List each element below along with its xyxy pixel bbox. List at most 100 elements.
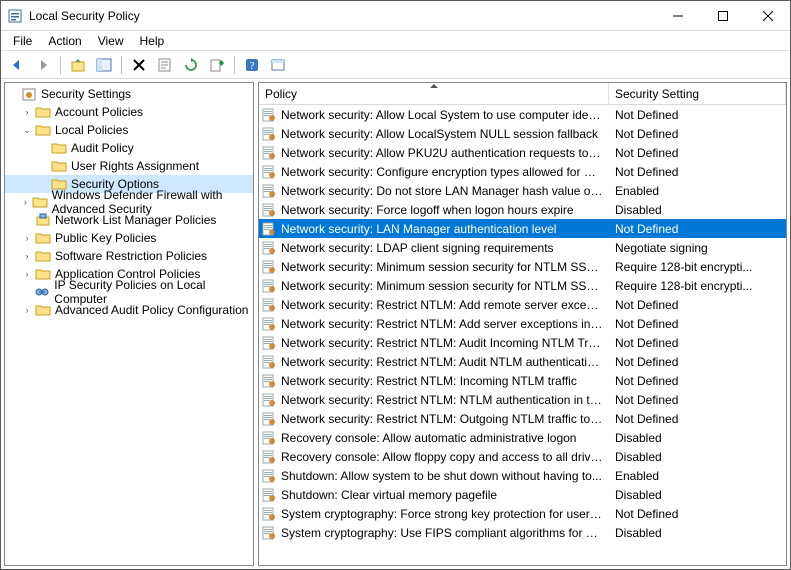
tree-item[interactable]: ›User Rights Assignment (5, 157, 253, 175)
list-row[interactable]: Network security: Restrict NTLM: Add rem… (259, 295, 786, 314)
policy-icon (261, 316, 277, 332)
column-header-setting[interactable]: Security Setting (609, 83, 786, 104)
policy-icon (261, 354, 277, 370)
menu-help[interactable]: Help (132, 32, 173, 50)
content: ▶ Security Settings › Account Policies ⌄ Lo… (1, 79, 790, 569)
cell-policy: Network security: Restrict NTLM: Audit I… (281, 336, 609, 350)
list-body[interactable]: Network security: Allow Local System to … (259, 105, 786, 565)
policy-icon (261, 411, 277, 427)
list-row[interactable]: Recovery console: Allow automatic admini… (259, 428, 786, 447)
cell-policy: Recovery console: Allow floppy copy and … (281, 450, 609, 464)
cell-setting: Disabled (609, 431, 786, 445)
policy-icon (261, 259, 277, 275)
menu-view[interactable]: View (90, 32, 132, 50)
folder-icon (35, 104, 51, 120)
close-button[interactable] (745, 1, 790, 30)
tree-item-label: IP Security Policies on Local Computer (54, 278, 249, 306)
chevron-right-icon[interactable]: › (21, 304, 33, 316)
tree-root[interactable]: ▶ Security Settings (5, 85, 253, 103)
tree-item[interactable]: ⌄ Local Policies (5, 121, 253, 139)
folder-icon (35, 122, 51, 138)
chevron-right-icon[interactable]: › (21, 268, 33, 280)
list-row[interactable]: Network security: Restrict NTLM: Audit I… (259, 333, 786, 352)
tree-item-label: Local Policies (55, 123, 128, 137)
svg-text:?: ? (250, 60, 255, 72)
extra-button[interactable] (266, 54, 290, 76)
tree-item-label: Advanced Audit Policy Configuration (55, 303, 248, 317)
tree-item[interactable]: ›Windows Defender Firewall with Advanced… (5, 193, 253, 211)
tree-item[interactable]: ›Public Key Policies (5, 229, 253, 247)
column-header-policy[interactable]: Policy (259, 83, 609, 104)
tree-pane[interactable]: ▶ Security Settings › Account Policies ⌄ Lo… (4, 82, 254, 566)
list-row[interactable]: Network security: LAN Manager authentica… (259, 219, 786, 238)
tree-item-label: Account Policies (55, 105, 143, 119)
chevron-down-icon[interactable]: ⌄ (21, 124, 33, 136)
cell-policy: Network security: Allow Local System to … (281, 108, 609, 122)
list-row[interactable]: Network security: Allow PKU2U authentica… (259, 143, 786, 162)
list-row[interactable]: Recovery console: Allow floppy copy and … (259, 447, 786, 466)
column-header-policy-label: Policy (265, 87, 297, 101)
cell-policy: Network security: Allow PKU2U authentica… (281, 146, 609, 160)
minimize-button[interactable] (655, 1, 700, 30)
cell-policy: Recovery console: Allow automatic admini… (281, 431, 609, 445)
policy-icon (261, 164, 277, 180)
properties-button[interactable] (153, 54, 177, 76)
menu-file[interactable]: File (5, 32, 40, 50)
tree-item-label: Software Restriction Policies (55, 249, 207, 263)
refresh-button[interactable] (179, 54, 203, 76)
cell-policy: Network security: Do not store LAN Manag… (281, 184, 609, 198)
list-row[interactable]: System cryptography: Force strong key pr… (259, 504, 786, 523)
list-row[interactable]: Network security: Do not store LAN Manag… (259, 181, 786, 200)
list-row[interactable]: Network security: Minimum session securi… (259, 257, 786, 276)
maximize-button[interactable] (700, 1, 745, 30)
cell-policy: Network security: Restrict NTLM: Incomin… (281, 374, 609, 388)
tree-item[interactable]: ›Network List Manager Policies (5, 211, 253, 229)
cell-policy: Network security: Restrict NTLM: NTLM au… (281, 393, 609, 407)
tree-item[interactable]: ›IP Security Policies on Local Computer (5, 283, 253, 301)
list-row[interactable]: Network security: Minimum session securi… (259, 276, 786, 295)
cell-setting: Not Defined (609, 507, 786, 521)
column-header-setting-label: Security Setting (615, 87, 699, 101)
policy-icon (261, 202, 277, 218)
list-row[interactable]: Network security: LDAP client signing re… (259, 238, 786, 257)
list-row[interactable]: Network security: Restrict NTLM: Outgoin… (259, 409, 786, 428)
list-row[interactable]: Network security: Restrict NTLM: Add ser… (259, 314, 786, 333)
back-button[interactable] (5, 54, 29, 76)
folder-icon (35, 230, 51, 246)
cell-policy: Network security: Minimum session securi… (281, 279, 609, 293)
list-row[interactable]: System cryptography: Use FIPS compliant … (259, 523, 786, 542)
tree-item-label: User Rights Assignment (71, 159, 199, 173)
list-row[interactable]: Network security: Restrict NTLM: NTLM au… (259, 390, 786, 409)
cell-setting: Not Defined (609, 374, 786, 388)
cell-policy: System cryptography: Force strong key pr… (281, 507, 609, 521)
list-row[interactable]: Network security: Force logoff when logo… (259, 200, 786, 219)
list-header: Policy Security Setting (259, 83, 786, 105)
chevron-right-icon[interactable]: › (21, 250, 33, 262)
list-row[interactable]: Network security: Restrict NTLM: Audit N… (259, 352, 786, 371)
list-row[interactable]: Network security: Allow Local System to … (259, 105, 786, 124)
chevron-right-icon[interactable]: › (21, 106, 33, 118)
showlist-button[interactable] (92, 54, 116, 76)
list-row[interactable]: Network security: Allow LocalSystem NULL… (259, 124, 786, 143)
chevron-right-icon[interactable]: › (21, 232, 33, 244)
forward-button[interactable] (31, 54, 55, 76)
up-button[interactable] (66, 54, 90, 76)
menu-action[interactable]: Action (40, 32, 89, 50)
list-row[interactable]: Shutdown: Clear virtual memory pagefileD… (259, 485, 786, 504)
tree-item[interactable]: › Advanced Audit Policy Configuration (5, 301, 253, 319)
cell-policy: Network security: Force logoff when logo… (281, 203, 609, 217)
cell-setting: Disabled (609, 488, 786, 502)
chevron-right-icon[interactable]: › (21, 196, 30, 208)
toolbar: ? (1, 51, 790, 79)
list-row[interactable]: Network security: Configure encryption t… (259, 162, 786, 181)
tree-item[interactable]: › Account Policies (5, 103, 253, 121)
export-button[interactable] (205, 54, 229, 76)
delete-button[interactable] (127, 54, 151, 76)
folder-net-icon (35, 212, 51, 228)
list-row[interactable]: Shutdown: Allow system to be shut down w… (259, 466, 786, 485)
tree-item[interactable]: ›Audit Policy (5, 139, 253, 157)
list-row[interactable]: Network security: Restrict NTLM: Incomin… (259, 371, 786, 390)
tree-item[interactable]: › Software Restriction Policies (5, 247, 253, 265)
help-button[interactable]: ? (240, 54, 264, 76)
cell-setting: Not Defined (609, 336, 786, 350)
